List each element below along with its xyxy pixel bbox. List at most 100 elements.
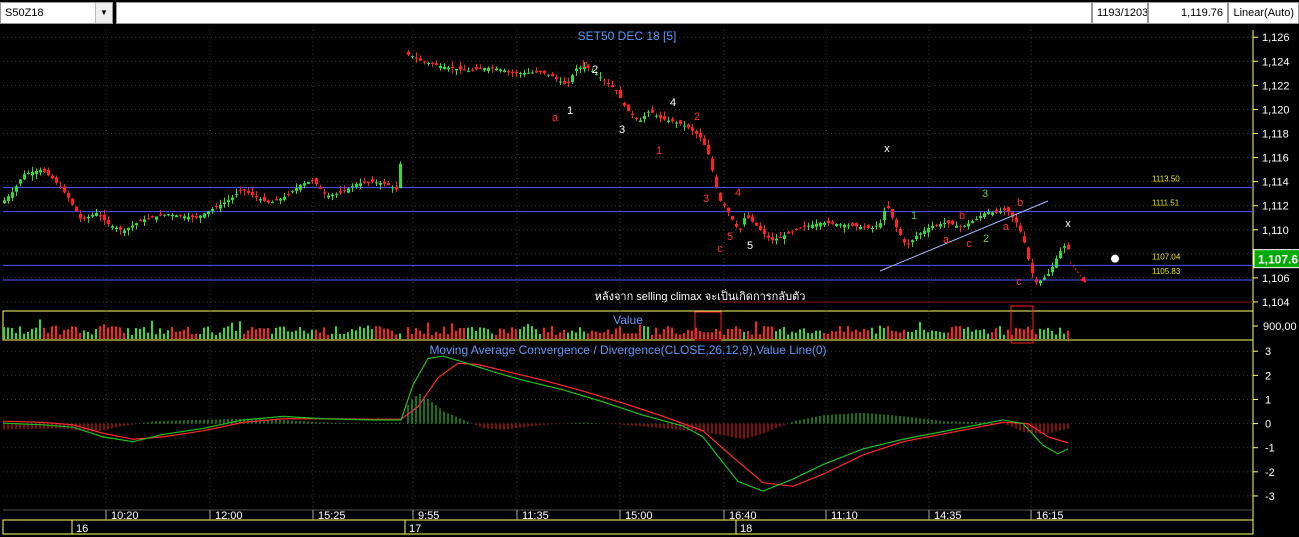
volume-bar [899,332,901,339]
volume-bar [607,329,609,339]
volume-bar [123,332,125,339]
candle-body [207,211,210,215]
candle-body [239,189,242,191]
candle-body [575,68,578,72]
volume-bar [463,328,465,339]
candle-body [291,191,294,193]
volume-bar [55,325,57,339]
candle-body [483,68,486,71]
time-tick-label: 15:25 [318,510,346,522]
candle-body [411,55,414,57]
candle-body [819,222,822,227]
volume-bar [99,326,101,339]
wave-label: c [1016,276,1022,288]
candle-body [883,211,886,220]
volume-bar [1007,329,1009,339]
candle-body [979,216,982,218]
volume-bar [963,328,965,339]
candle-body [19,179,22,184]
volume-bar [903,329,905,339]
candle-body [543,70,546,74]
arrow-head-icon [1080,276,1086,283]
macd-tick-label: -1 [1265,443,1275,455]
volume-bar [291,331,293,339]
candle-body [43,168,46,173]
candle-body [1043,277,1046,280]
candle-body [527,72,530,74]
candle-body [415,57,418,59]
wave-label: b [582,59,588,71]
candle-body [559,81,562,83]
candle-body [251,191,254,196]
volume-bar [47,332,49,339]
volume-bar [3,327,5,339]
candle-body [355,184,358,188]
chart-canvas[interactable]: SET50 DEC 18 [5] หลังจาก selling climax … [0,0,1299,537]
candle-body [1035,279,1038,283]
wave-label: a [943,234,950,246]
volume-bar [539,334,541,339]
volume-bar [175,331,177,339]
candle-body [1067,244,1070,250]
volume-bar [143,327,145,339]
candle-body [315,178,318,185]
volume-bar [1003,334,1005,339]
volume-bar [767,326,769,339]
volume-bar [391,330,393,339]
price-tick-label: 1,104 [1262,297,1290,309]
volume-bar [367,325,369,339]
candle-body [791,231,794,233]
candle-body [11,192,14,198]
volume-bar [999,326,1001,339]
candle-body [779,236,782,238]
candle-body [479,68,482,70]
volume-bar [535,329,537,339]
volume-bar [279,326,281,339]
volume-bar [135,328,137,339]
candle-body [1007,207,1010,212]
volume-bar [231,322,233,339]
volume-bar [523,326,525,339]
volume-bar [239,321,241,339]
wave-label: b [959,210,965,222]
volume-bar [299,326,301,339]
time-tick-label: 9:55 [418,510,439,522]
volume-bar [763,326,765,339]
candle-body [711,158,714,171]
volume-bar [275,327,277,339]
candle-body [563,80,566,85]
volume-bar [595,331,597,339]
candle-body [887,206,890,209]
volume-bar [127,328,129,339]
volume-bar [155,334,157,339]
volume-bar [639,324,641,339]
candle-body [631,113,634,115]
candle-body [675,122,678,124]
candle-body [279,198,282,201]
candle-body [855,223,858,227]
candle-body [475,67,478,70]
macd-tick-label: -3 [1265,491,1275,503]
volume-bar [487,329,489,339]
volume-bar [15,332,17,339]
volume-bar [287,331,289,339]
candle-body [143,219,146,223]
candle-body [827,220,830,224]
price-tick-label: 1,126 [1262,32,1290,44]
volume-bar [1047,327,1049,339]
candle-body [531,72,534,74]
volume-bar [447,334,449,339]
candle-body [847,225,850,227]
price-tick-label: 1,124 [1262,56,1290,68]
volume-bar [603,332,605,339]
candle-body [167,214,170,216]
macd-tick-label: -2 [1265,467,1275,479]
candle-body [471,69,474,71]
candle-body [719,192,722,201]
volume-bar [879,325,881,339]
candle-body [983,213,986,217]
volume-bar [847,326,849,339]
candle-body [915,235,918,240]
volume-bar [567,332,569,339]
volume-bar [439,333,441,339]
